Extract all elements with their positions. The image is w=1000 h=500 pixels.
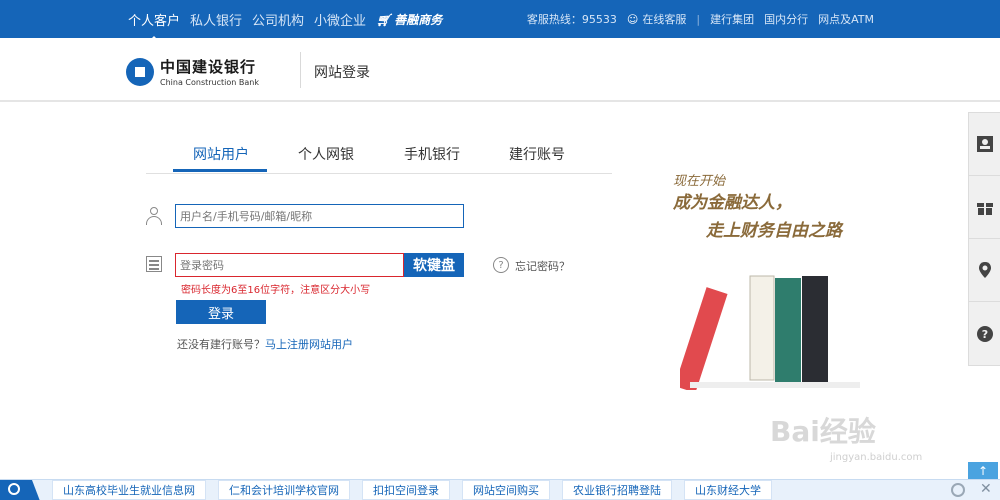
- bottom-links: 山东高校毕业生就业信息网 仁和会计培训学校官网 扣扣空间登录 网站空间购买 农业…: [52, 480, 784, 500]
- bottom-link[interactable]: 山东财经大学: [684, 480, 772, 500]
- bank-logo[interactable]: 中国建设银行 China Construction Bank: [126, 56, 259, 87]
- link-branches[interactable]: 国内分行: [764, 11, 808, 27]
- soft-keyboard-button[interactable]: 软键盘: [404, 253, 464, 277]
- nav-corporate[interactable]: 公司机构: [252, 10, 304, 29]
- forgot-password-link[interactable]: 忘记密码？: [515, 258, 570, 274]
- search-icon: [8, 483, 20, 495]
- login-button[interactable]: 登录: [176, 300, 266, 324]
- close-icon[interactable]: ✕: [980, 481, 992, 497]
- active-tab-indicator: [173, 169, 267, 172]
- top-nav: 个人客户 私人银行 公司机构 小微企业 🛒︎ 善融商务: [128, 0, 452, 41]
- nav-shop-label: 善融商务: [394, 12, 443, 27]
- logo-en: China Construction Bank: [160, 78, 259, 87]
- bottom-link[interactable]: 山东高校毕业生就业信息网: [52, 480, 206, 500]
- robot-icon: ☺: [626, 12, 639, 26]
- nav-small-business[interactable]: 小微企业: [314, 10, 366, 29]
- gift-icon: [977, 203, 993, 215]
- nav-personal[interactable]: 个人客户: [128, 10, 180, 41]
- header-divider: [300, 52, 301, 88]
- bottom-link[interactable]: 网站空间购买: [462, 480, 550, 500]
- header: 中国建设银行 China Construction Bank 网站登录: [0, 38, 1000, 102]
- bottom-link[interactable]: 仁和会计培训学校官网: [218, 480, 350, 500]
- question-icon[interactable]: ?: [493, 257, 509, 273]
- user-icon: [146, 207, 162, 225]
- link-atm[interactable]: 网点及ATM: [818, 11, 874, 27]
- side-location-button[interactable]: [969, 239, 1000, 302]
- back-to-top-button[interactable]: ↑: [968, 462, 998, 480]
- hotline: 客服热线：95533: [526, 13, 617, 26]
- tab-mobile-bank[interactable]: 手机银行: [404, 144, 460, 164]
- book-green: [775, 278, 801, 382]
- password-error: 密码长度为6至16位字符，注意区分大小写: [181, 285, 371, 296]
- side-account-button[interactable]: [969, 113, 1000, 176]
- side-gift-button[interactable]: [969, 176, 1000, 239]
- baidu-watermark: Bai经验: [770, 415, 876, 448]
- register-row: 还没有建行账号？马上注册网站用户: [177, 336, 353, 352]
- register-link[interactable]: 马上注册网站用户: [265, 338, 353, 351]
- password-input[interactable]: [175, 253, 404, 277]
- gear-icon[interactable]: [951, 483, 965, 497]
- keyboard-icon: [146, 256, 162, 272]
- location-icon: [979, 262, 991, 278]
- book-shadow: [690, 382, 860, 388]
- page: 个人客户 私人银行 公司机构 小微企业 🛒︎ 善融商务 客服热线：95533 ☺ …: [0, 0, 1000, 500]
- register-prefix: 还没有建行账号？: [177, 338, 265, 351]
- username-input[interactable]: [175, 204, 464, 228]
- book-dark: [802, 276, 828, 382]
- side-help-button[interactable]: ?: [969, 302, 1000, 365]
- ccb-logo-icon: [126, 57, 154, 86]
- tab-website-user[interactable]: 网站用户: [193, 144, 249, 164]
- promo-line-1: 现在开始: [673, 174, 726, 189]
- logo-cn: 中国建设银行: [160, 58, 257, 76]
- promo-line-2: 成为金融达人，: [673, 193, 792, 213]
- book-white: [749, 275, 775, 381]
- watermark-url: jingyan.baidu.com: [830, 452, 923, 463]
- book-red: [680, 287, 728, 390]
- help-icon: ?: [977, 325, 993, 342]
- side-toolbar: ?: [968, 112, 1000, 366]
- online-service-link[interactable]: 在线客服: [642, 11, 686, 27]
- books-illustration: [680, 275, 860, 390]
- link-group[interactable]: 建行集团: [710, 11, 754, 27]
- search-button[interactable]: [0, 480, 40, 500]
- page-title: 网站登录: [314, 65, 370, 81]
- logo-text: 中国建设银行 China Construction Bank: [160, 56, 259, 87]
- id-card-icon: [977, 136, 993, 152]
- top-nav-bar: 个人客户 私人银行 公司机构 小微企业 🛒︎ 善融商务 客服热线：95533 ☺ …: [0, 0, 1000, 41]
- separator: |: [696, 12, 701, 26]
- bottom-link[interactable]: 扣扣空间登录: [362, 480, 450, 500]
- svg-text:?: ?: [982, 328, 988, 341]
- cart-icon: 🛒︎: [376, 12, 392, 27]
- arrow-up-icon: ↑: [977, 464, 989, 478]
- nav-shop[interactable]: 🛒︎ 善融商务: [376, 11, 442, 28]
- tab-personal-ebank[interactable]: 个人网银: [298, 144, 354, 164]
- nav-private-banking[interactable]: 私人银行: [190, 10, 242, 29]
- tab-ccb-account[interactable]: 建行账号: [509, 144, 565, 164]
- top-nav-right: 客服热线：95533 ☺ 在线客服 | 建行集团 国内分行 网点及ATM: [517, 0, 874, 38]
- bottom-link-bar: 山东高校毕业生就业信息网 仁和会计培训学校官网 扣扣空间登录 网站空间购买 农业…: [0, 479, 1000, 500]
- login-tabs: 网站用户 个人网银 手机银行 建行账号: [146, 134, 612, 174]
- promo-line-3: 走上财务自由之路: [706, 221, 842, 241]
- bottom-link[interactable]: 农业银行招聘登陆: [562, 480, 672, 500]
